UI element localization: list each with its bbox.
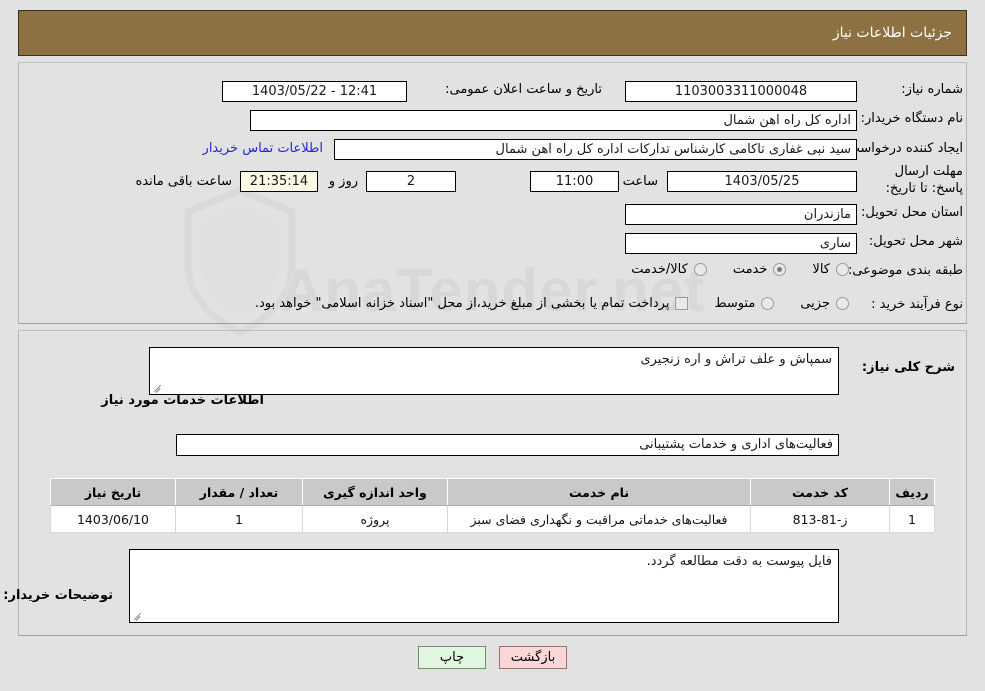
city-value: ساری [625, 233, 857, 254]
deadline-label: مهلت ارسال پاسخ: تا تاریخ: [885, 164, 963, 196]
buyer-org-label: نام دستگاه خریدار: [860, 111, 963, 126]
need-number-value: 1103003311000048 [625, 81, 857, 102]
city-label: شهر محل تحویل: [868, 234, 963, 249]
table-header-row: ردیف کد خدمت نام خدمت واحد اندازه گیری ت… [50, 478, 935, 506]
buyer-contact-link[interactable]: اطلاعات تماس خریدار [203, 141, 323, 156]
need-number-label: شماره نیاز: [901, 82, 963, 97]
province-value: مازندران [625, 204, 857, 225]
process-radio-group: جزیی متوسط پرداخت تمام یا بخشی از مبلغ خ… [229, 296, 849, 311]
table-row: 1 ز-81-813 فعالیت‌های خدماتی مراقبت و نگ… [50, 505, 935, 533]
process-option-jozei[interactable]: جزیی [800, 296, 849, 311]
resize-grip-icon[interactable] [152, 381, 164, 393]
buyer-org-value: اداره کل راه اهن شمال [250, 110, 857, 131]
field-announce-datetime: تاریخ و ساعت اعلان عمومی: [445, 82, 602, 97]
general-desc-label: شرح کلی نیاز: [861, 360, 955, 375]
cell-service-code: ز-81-813 [750, 505, 890, 533]
cell-unit: پروژه [302, 505, 448, 533]
col-index: ردیف [889, 478, 935, 506]
field-deadline: مهلت ارسال پاسخ: تا تاریخ: [863, 163, 963, 197]
category-option-kala-label: کالا [812, 262, 830, 277]
category-option-kala-khedmat[interactable]: کالا/خدمت [631, 262, 707, 277]
remaining-hours-label: ساعت باقی مانده [135, 174, 232, 189]
field-city: شهر محل تحویل: [869, 234, 963, 249]
remaining-days-value: 2 [366, 171, 456, 192]
cell-need-date: 1403/06/10 [50, 505, 176, 533]
process-option-motavasset-label: متوسط [714, 296, 756, 311]
general-desc-value: سمپاش و علف تراش و اره زنجیری [640, 352, 832, 367]
col-need-date: تاریخ نیاز [50, 478, 176, 506]
col-service-code: کد خدمت [750, 478, 890, 506]
radio-motavasset-icon[interactable] [761, 297, 775, 310]
resize-grip-icon[interactable] [132, 609, 144, 621]
page-header-bar: جزئیات اطلاعات نیاز [18, 10, 967, 56]
radio-khedmat-icon[interactable] [773, 263, 787, 276]
col-quantity: تعداد / مقدار [175, 478, 303, 506]
print-button[interactable]: چاپ [418, 646, 486, 669]
cell-quantity: 1 [175, 505, 303, 533]
announce-datetime-value: 12:41 - 1403/05/22 [222, 81, 407, 102]
category-option-kala-khedmat-label: کالا/خدمت [631, 262, 688, 277]
field-category: طبقه بندی موضوعی: [848, 263, 963, 278]
radio-kala-icon[interactable] [836, 263, 849, 276]
deadline-date-value: 1403/05/25 [667, 171, 857, 192]
requester-value: سید نبی غفاری تاکامی کارشناس تدارکات ادا… [334, 139, 857, 160]
field-province: استان محل تحویل: [861, 205, 963, 220]
days-label: روز و [328, 174, 358, 189]
province-label: استان محل تحویل: [861, 205, 963, 220]
treasury-note-label: پرداخت تمام یا بخشی از مبلغ خرید،از محل … [254, 296, 670, 311]
category-option-khedmat[interactable]: خدمت [733, 262, 787, 277]
services-table: ردیف کد خدمت نام خدمت واحد اندازه گیری ت… [50, 478, 935, 533]
checkbox-treasury-icon[interactable] [675, 297, 689, 310]
general-desc-textarea[interactable]: سمپاش و علف تراش و اره زنجیری [149, 347, 839, 395]
requester-label: ایجاد کننده درخواست: [843, 141, 963, 156]
category-label: طبقه بندی موضوعی: [847, 263, 963, 278]
back-button[interactable]: بازگشت [499, 646, 567, 669]
cell-index: 1 [889, 505, 935, 533]
announce-datetime-label: تاریخ و ساعت اعلان عمومی: [445, 82, 602, 97]
services-section-title: اطلاعات خدمات مورد نیاز [101, 393, 264, 408]
action-button-bar: بازگشت چاپ [0, 646, 985, 669]
category-option-kala[interactable]: کالا [812, 262, 849, 277]
countdown-timer-value: 21:35:14 [240, 171, 318, 192]
process-option-motavasset[interactable]: متوسط [714, 296, 775, 311]
cell-service-name: فعالیت‌های خدماتی مراقبت و نگهداری فضای … [447, 505, 751, 533]
buyer-notes-textarea[interactable]: فایل پیوست به دقت مطالعه گردد. [129, 549, 839, 623]
process-option-jozei-label: جزیی [800, 296, 830, 311]
col-service-name: نام خدمت [447, 478, 751, 506]
services-table-wrapper: ردیف کد خدمت نام خدمت واحد اندازه گیری ت… [50, 478, 935, 533]
buyer-notes-value: فایل پیوست به دقت مطالعه گردد. [646, 554, 832, 569]
field-process-type: نوع فرآیند خرید : [871, 297, 963, 312]
col-unit: واحد اندازه گیری [302, 478, 448, 506]
service-group-value: فعالیت‌های اداری و خدمات پشتیبانی [176, 434, 839, 456]
process-label: نوع فرآیند خرید : [871, 297, 963, 312]
category-radio-group: کالا خدمت کالا/خدمت [605, 262, 849, 277]
deadline-time-value: 11:00 [530, 171, 619, 192]
field-need-number: شماره نیاز: [863, 82, 963, 97]
field-requester: ایجاد کننده درخواست: [843, 141, 963, 156]
treasury-bond-option[interactable]: پرداخت تمام یا بخشی از مبلغ خرید،از محل … [255, 296, 689, 311]
page-title: جزئیات اطلاعات نیاز [832, 25, 952, 41]
category-option-khedmat-label: خدمت [732, 262, 768, 277]
hour-label: ساعت [622, 174, 658, 189]
radio-jozei-icon[interactable] [836, 297, 849, 310]
buyer-notes-label: توضیحات خریدار: [3, 588, 113, 603]
field-buyer-org: نام دستگاه خریدار: [861, 111, 963, 126]
radio-kala-khedmat-icon[interactable] [693, 263, 707, 276]
